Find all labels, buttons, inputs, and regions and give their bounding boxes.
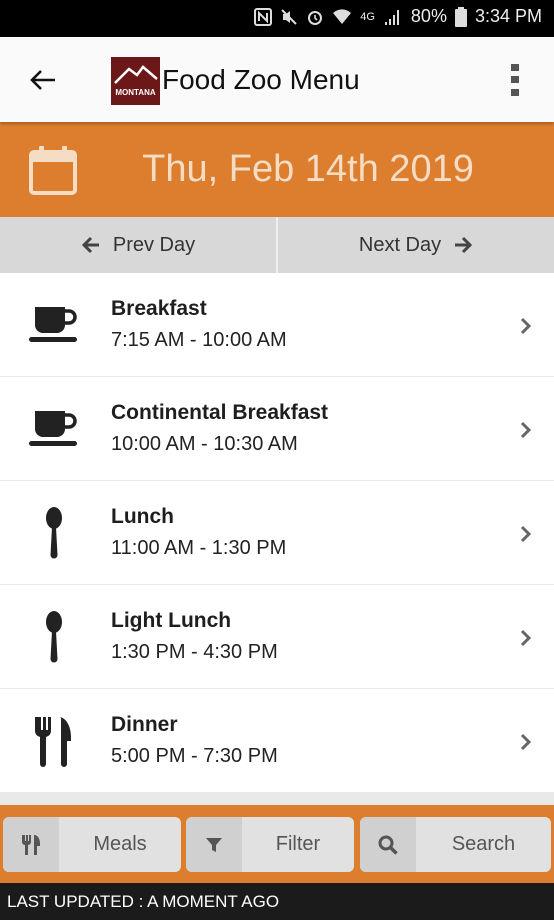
signal-icon [383, 8, 403, 26]
chevron-right-icon [520, 733, 532, 751]
fork-knife-icon [26, 715, 82, 767]
clock-time: 3:34 PM [474, 6, 542, 26]
meal-name: Light Lunch [111, 609, 232, 632]
search-icon [360, 817, 416, 872]
filter-label: Filter [275, 833, 321, 855]
next-day-button[interactable]: Next Day [276, 217, 554, 273]
coffee-cup-icon [26, 403, 82, 455]
filter-icon [186, 817, 242, 872]
chevron-right-icon [520, 421, 532, 439]
chevron-right-icon [520, 317, 532, 335]
meal-time: 5:00 PM - 7:30 PM [111, 745, 278, 767]
battery-percent: 80% [410, 6, 447, 26]
chevron-right-icon [520, 629, 532, 647]
date-bar: Thu, Feb 14th 2019 [0, 122, 554, 217]
day-navigation: Prev Day Next Day [0, 217, 554, 273]
meal-list: Breakfast 7:15 AM - 10:00 AM Continental… [0, 273, 554, 793]
meal-name: Dinner [111, 713, 178, 736]
alarm-icon [306, 8, 324, 26]
meal-row-continental-breakfast[interactable]: Continental Breakfast 10:00 AM - 10:30 A… [0, 377, 554, 481]
meal-time: 10:00 AM - 10:30 AM [111, 433, 298, 455]
meal-name: Lunch [111, 505, 174, 528]
prev-day-button[interactable]: Prev Day [0, 217, 276, 273]
wifi-icon [332, 8, 352, 26]
battery-icon [454, 6, 467, 27]
utensils-icon [3, 817, 59, 872]
page-title: Food Zoo Menu [162, 64, 360, 95]
app-bar: MONTANA Food Zoo Menu [0, 37, 554, 122]
meal-time: 1:30 PM - 4:30 PM [111, 641, 278, 663]
meal-row-lunch[interactable]: Lunch 11:00 AM - 1:30 PM [0, 481, 554, 585]
coffee-cup-icon [26, 299, 82, 351]
mute-icon [280, 8, 298, 26]
nfc-icon [254, 7, 273, 26]
meals-button[interactable]: Meals [3, 817, 181, 872]
prev-day-label: Prev Day [112, 233, 196, 256]
search-label: Search [451, 833, 516, 855]
meal-row-light-lunch[interactable]: Light Lunch 1:30 PM - 4:30 PM [0, 585, 554, 689]
more-options-button[interactable] [502, 61, 528, 99]
meal-time: 7:15 AM - 10:00 AM [111, 329, 287, 351]
meal-row-breakfast[interactable]: Breakfast 7:15 AM - 10:00 AM [0, 273, 554, 377]
filter-button[interactable]: Filter [186, 817, 354, 872]
back-button[interactable] [22, 59, 64, 101]
meal-name: Breakfast [111, 297, 207, 320]
selected-date: Thu, Feb 14th 2019 [142, 148, 474, 190]
meal-time: 11:00 AM - 1:30 PM [111, 537, 287, 559]
logo-text: MONTANA [115, 88, 156, 97]
spoon-icon [26, 507, 82, 559]
spoon-icon [26, 611, 82, 663]
arrow-left-icon [81, 236, 99, 254]
montana-logo: MONTANA [111, 57, 160, 105]
arrow-right-icon [455, 236, 473, 254]
chevron-right-icon [520, 525, 532, 543]
last-updated-footer: LAST UPDATED : A MOMENT AGO [0, 883, 554, 920]
network-type: 4G [360, 10, 375, 23]
arrow-left-icon [30, 70, 55, 90]
next-day-label: Next Day [358, 233, 442, 256]
status-bar: 4G 80% 3:34 PM [0, 0, 554, 37]
meal-row-dinner[interactable]: Dinner 5:00 PM - 7:30 PM [0, 689, 554, 793]
bottom-toolbar: Meals Filter Search [0, 805, 554, 883]
meal-name: Continental Breakfast [111, 401, 329, 424]
search-button[interactable]: Search [360, 817, 551, 872]
meals-label: Meals [93, 833, 147, 855]
more-vertical-icon [511, 64, 519, 96]
status-icons: 4G 80% 3:34 PM [254, 6, 542, 27]
